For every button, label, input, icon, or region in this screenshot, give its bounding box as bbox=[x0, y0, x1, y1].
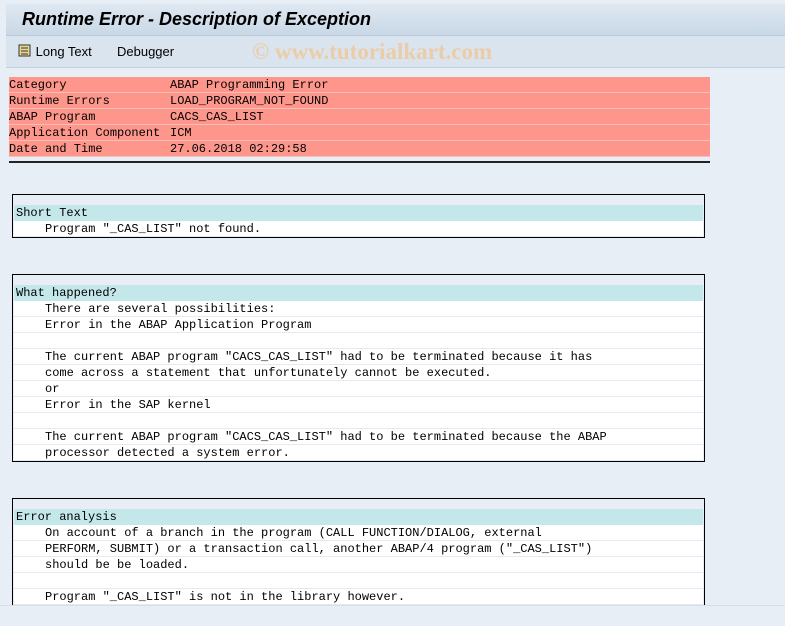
header-key: Application Component bbox=[9, 126, 161, 140]
section-short-text: Short Text Program "_CAS_LIST" not found. bbox=[12, 194, 705, 238]
header-value: ABAP Programming Error bbox=[170, 78, 329, 92]
section-title: What happened? bbox=[14, 285, 703, 301]
section-line: should be be loaded. bbox=[14, 557, 703, 573]
section-line bbox=[14, 413, 703, 429]
title-bar: Runtime Error - Description of Exception bbox=[6, 4, 785, 36]
header-row: Runtime Errors LOAD_PROGRAM_NOT_FOUND bbox=[9, 93, 710, 109]
section-title: Short Text bbox=[14, 205, 703, 221]
section-line bbox=[14, 333, 703, 349]
header-key: Category bbox=[9, 78, 67, 92]
section-title: Error analysis bbox=[14, 509, 703, 525]
header-value: LOAD_PROGRAM_NOT_FOUND bbox=[170, 94, 329, 108]
section-line: processor detected a system error. bbox=[14, 445, 703, 461]
long-text-label: Long Text bbox=[35, 44, 92, 59]
header-row: Category ABAP Programming Error bbox=[9, 77, 710, 93]
header-key: Date and Time bbox=[9, 142, 103, 156]
header-value: ICM bbox=[170, 126, 192, 140]
section-line: or bbox=[14, 381, 703, 397]
section-error-analysis: Error analysis On account of a branch in … bbox=[12, 498, 705, 605]
header-value: 27.06.2018 02:29:58 bbox=[170, 142, 307, 156]
section-line: The current ABAP program "CACS_CAS_LIST"… bbox=[14, 349, 703, 365]
header-row: ABAP Program CACS_CAS_LIST bbox=[9, 109, 710, 125]
header-row: Date and Time 27.06.2018 02:29:58 bbox=[9, 141, 710, 157]
error-content: Category ABAP Programming Error Runtime Er… bbox=[6, 68, 785, 605]
section-line: Error in the SAP kernel bbox=[14, 397, 703, 413]
section-line: The current ABAP program "CACS_CAS_LIST"… bbox=[14, 429, 703, 445]
section-line: There are several possibilities: bbox=[14, 301, 703, 317]
header-row: Application Component ICM bbox=[9, 125, 710, 141]
long-text-button[interactable]: Long Text bbox=[17, 44, 92, 59]
header-key: ABAP Program bbox=[9, 110, 96, 124]
section-what-happened: What happened? There are several possibil… bbox=[12, 274, 705, 462]
section-line: On account of a branch in the program (C… bbox=[14, 525, 703, 541]
header-key: Runtime Errors bbox=[9, 94, 110, 108]
divider bbox=[9, 161, 710, 163]
debugger-button[interactable]: Debugger bbox=[117, 44, 174, 59]
section-line: PERFORM, SUBMIT) or a transaction call, … bbox=[14, 541, 703, 557]
error-header-table: Category ABAP Programming Error Runtime Er… bbox=[9, 77, 710, 157]
section-line: come across a statement that unfortunate… bbox=[14, 365, 703, 381]
watermark: © www.tutorialkart.com bbox=[252, 39, 493, 64]
header-value: CACS_CAS_LIST bbox=[170, 110, 264, 124]
section-line: Error in the ABAP Application Program bbox=[14, 317, 703, 333]
scroll-icon bbox=[18, 44, 31, 57]
section-line: Program "_CAS_LIST" not found. bbox=[14, 221, 703, 237]
page-title: Runtime Error - Description of Exception bbox=[22, 9, 372, 29]
toolbar: Long Text Debugger © www.tutorialkart.co… bbox=[6, 36, 785, 68]
section-line bbox=[14, 573, 703, 589]
scroll-area-bottom bbox=[0, 605, 785, 626]
section-line: Program "_CAS_LIST" is not in the librar… bbox=[14, 589, 703, 605]
